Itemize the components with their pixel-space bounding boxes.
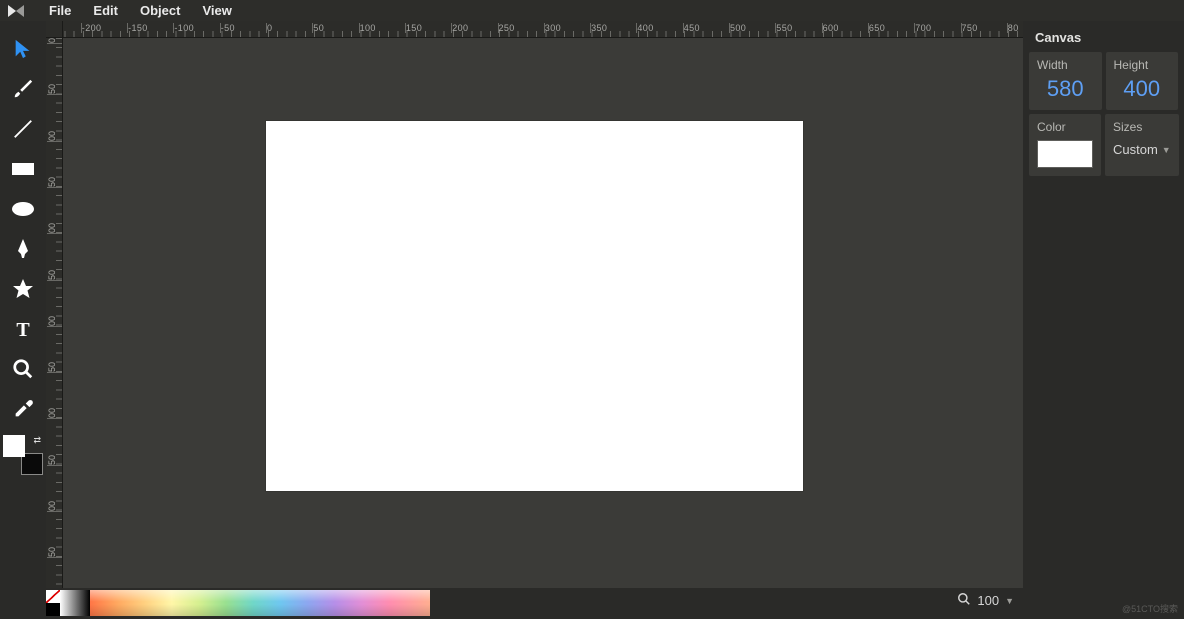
canvas-color-swatch[interactable] <box>1037 140 1093 168</box>
ruler-tick: 50 <box>47 547 63 558</box>
color-label: Color <box>1037 120 1093 134</box>
canvas-width-input[interactable]: 580 <box>1037 76 1094 102</box>
canvas-sizes-dropdown[interactable]: Custom ▼ <box>1113 138 1171 157</box>
width-label: Width <box>1037 58 1094 72</box>
menu-file[interactable]: File <box>38 3 82 18</box>
zoom-icon <box>957 592 971 609</box>
ruler-tick: -100 <box>173 23 219 33</box>
ellipse-tool[interactable] <box>3 189 43 229</box>
bottom-bar: 100 ▼ @51CTO搜索 <box>0 588 1184 619</box>
rectangle-tool[interactable] <box>3 149 43 189</box>
line-tool[interactable] <box>3 109 43 149</box>
canvas-height-input[interactable]: 400 <box>1114 76 1171 102</box>
color-swap[interactable]: ⇄ <box>3 435 43 475</box>
tool-strip: T ⇄ <box>0 21 46 588</box>
color-palette[interactable] <box>46 590 430 616</box>
ruler-tick: -200 <box>81 23 127 33</box>
ruler-tick: 500 <box>729 23 775 33</box>
star-tool[interactable] <box>3 269 43 309</box>
canvas-width-field: Width 580 <box>1029 52 1102 110</box>
ruler-tick: 450 <box>683 23 729 33</box>
height-label: Height <box>1114 58 1171 72</box>
svg-text:T: T <box>16 319 30 340</box>
eyedropper-tool[interactable] <box>3 389 43 429</box>
canvas-sizes-field: Sizes Custom ▼ <box>1105 114 1179 176</box>
app-logo-icon[interactable] <box>8 5 24 17</box>
ruler-tick: 50 <box>47 362 63 373</box>
ruler-tick: 50 <box>47 270 63 281</box>
ruler-tick: 100 <box>359 23 405 33</box>
ruler-tick: 0 <box>266 23 312 33</box>
properties-panel: Canvas Width 580 Height 400 Color Sizes … <box>1023 21 1184 588</box>
chevron-down-icon: ▼ <box>1005 596 1014 606</box>
palette-color-gradient[interactable] <box>90 590 430 616</box>
ruler-tick: 00 <box>47 223 63 234</box>
sizes-label: Sizes <box>1113 120 1171 134</box>
sizes-value: Custom <box>1113 142 1158 157</box>
ruler-tick: 150 <box>405 23 451 33</box>
ruler-tick: 650 <box>868 23 914 33</box>
workspace[interactable] <box>63 38 1023 588</box>
ruler-corner[interactable] <box>46 21 63 38</box>
ruler-tick: 0 <box>47 38 63 44</box>
menubar: File Edit Object View <box>0 0 1184 21</box>
ruler-tick: -150 <box>127 23 173 33</box>
pen-tool[interactable] <box>3 229 43 269</box>
watermark: @51CTO搜索 <box>1122 602 1178 615</box>
ruler-tick: 700 <box>914 23 960 33</box>
menu-view[interactable]: View <box>191 3 242 18</box>
swap-arrows-icon[interactable]: ⇄ <box>33 435 41 446</box>
palette-black-swatch[interactable] <box>46 603 60 616</box>
canvas[interactable] <box>266 121 803 491</box>
zoom-value[interactable]: 100 <box>977 593 999 608</box>
ruler-tick: 50 <box>312 23 358 33</box>
foreground-color-swatch[interactable] <box>3 435 25 457</box>
ruler-tick: 600 <box>822 23 868 33</box>
ruler-tick: -50 <box>220 23 266 33</box>
ruler-tick: 250 <box>498 23 544 33</box>
ruler-tick: 300 <box>544 23 590 33</box>
ruler-tick: 00 <box>47 408 63 419</box>
menu-edit[interactable]: Edit <box>82 3 129 18</box>
ruler-tick: 50 <box>47 455 63 466</box>
panel-title: Canvas <box>1023 21 1184 52</box>
palette-none-swatch[interactable] <box>46 590 60 603</box>
ruler-tick: 750 <box>961 23 1007 33</box>
zoom-tool[interactable] <box>3 349 43 389</box>
canvas-color-field: Color <box>1029 114 1101 176</box>
ruler-tick: 400 <box>636 23 682 33</box>
brush-tool[interactable] <box>3 69 43 109</box>
ruler-tick: 00 <box>47 316 63 327</box>
menu-object[interactable]: Object <box>129 3 191 18</box>
vertical-ruler[interactable]: 0 50 00 50 00 50 00 50 00 50 00 50 <box>46 38 63 588</box>
palette-gray-gradient[interactable] <box>60 590 90 616</box>
ruler-tick: 80 <box>1007 23 1023 33</box>
text-tool[interactable]: T <box>3 309 43 349</box>
ruler-tick: 550 <box>775 23 821 33</box>
ruler-tick: 50 <box>47 177 63 188</box>
ruler-tick: 00 <box>47 131 63 142</box>
horizontal-ruler[interactable]: -200-150-100-500501001502002503003504004… <box>46 21 1023 38</box>
ruler-tick: 50 <box>47 84 63 95</box>
zoom-control[interactable]: 100 ▼ <box>957 592 1014 609</box>
canvas-height-field: Height 400 <box>1106 52 1179 110</box>
select-tool[interactable] <box>3 29 43 69</box>
chevron-down-icon: ▼ <box>1162 145 1171 155</box>
ruler-tick: 350 <box>590 23 636 33</box>
ruler-tick: 200 <box>451 23 497 33</box>
ruler-tick: 00 <box>47 501 63 512</box>
